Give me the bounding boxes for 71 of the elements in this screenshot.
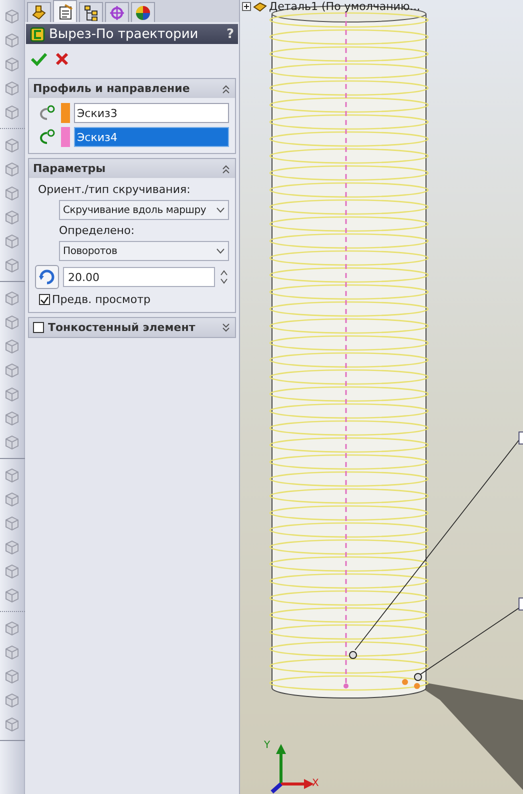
cube-icon[interactable] [3, 184, 21, 202]
cube-icon[interactable] [3, 289, 21, 307]
checkmark-icon[interactable] [31, 52, 47, 66]
cube-icon[interactable] [3, 7, 21, 25]
panel-title: Вырез-По траектории [49, 26, 200, 42]
spinner-icon[interactable] [219, 268, 229, 286]
rotation-button[interactable] [35, 265, 59, 289]
chevron-icon[interactable] [221, 84, 231, 94]
tab-icon [57, 4, 73, 20]
cube-icon[interactable] [3, 433, 21, 451]
cube-icon[interactable] [3, 667, 21, 685]
section-title: Параметры [33, 162, 107, 175]
cube-icon[interactable] [3, 55, 21, 73]
cube-icon[interactable] [3, 691, 21, 709]
tab[interactable] [79, 2, 103, 22]
field-label: Определено: [59, 224, 136, 237]
cube-icon[interactable] [3, 208, 21, 226]
point-marker[interactable] [349, 651, 357, 659]
cube-icon[interactable] [3, 619, 21, 637]
cube-icon[interactable] [3, 160, 21, 178]
cube-icon[interactable] [3, 256, 21, 274]
cube-icon[interactable] [3, 136, 21, 154]
cube-icon[interactable] [3, 514, 21, 532]
section-title: Тонкостенный элемент [48, 321, 196, 334]
section-title: Профиль и направление [33, 82, 191, 95]
cube-icon[interactable] [3, 409, 21, 427]
caret-icon [216, 207, 225, 213]
point-marker[interactable] [414, 673, 422, 681]
cube-icon[interactable] [3, 232, 21, 250]
cube-icon[interactable] [3, 538, 21, 556]
cube-icon[interactable] [3, 715, 21, 733]
close-icon[interactable] [55, 52, 69, 66]
tab-icon [83, 4, 99, 20]
tab[interactable] [27, 2, 51, 22]
axis-label: Y [264, 740, 270, 751]
checkbox[interactable] [33, 322, 44, 333]
help-button[interactable]: ? [226, 26, 234, 42]
cube-icon[interactable] [3, 79, 21, 97]
selection-field[interactable]: Эскиз4 [74, 127, 229, 147]
cube-icon[interactable] [3, 562, 21, 580]
callout-box[interactable] [518, 598, 523, 610]
axis-label: X [312, 778, 319, 789]
selection-field[interactable]: Эскиз3 [74, 103, 229, 123]
twist-type-dropdown[interactable]: Скручивание вдоль маршру [59, 200, 229, 220]
chevron-icon[interactable] [221, 164, 231, 174]
cube-icon[interactable] [3, 643, 21, 661]
part-icon [253, 0, 267, 12]
tab-icon [135, 4, 151, 20]
cube-icon[interactable] [3, 337, 21, 355]
cube-icon[interactable] [3, 385, 21, 403]
expand-icon[interactable] [242, 2, 251, 11]
cube-icon[interactable] [3, 313, 21, 331]
caret-icon [216, 248, 225, 254]
field-label: Ориент./тип скручивания: [37, 183, 192, 196]
tab-icon [31, 4, 47, 20]
cube-icon[interactable] [3, 31, 21, 49]
defined-by-dropdown[interactable]: Поворотов [59, 241, 229, 261]
cube-icon[interactable] [3, 361, 21, 379]
cube-icon[interactable] [3, 490, 21, 508]
tab-icon [109, 4, 125, 20]
turns-input[interactable]: 20.00 [63, 267, 215, 287]
checkbox-label: Предв. просмотр [52, 293, 150, 306]
feature-icon [30, 26, 45, 42]
cube-icon[interactable] [3, 466, 21, 484]
callout-box[interactable] [518, 432, 523, 444]
cube-icon[interactable] [3, 103, 21, 121]
cube-icon[interactable] [3, 586, 21, 604]
chevron-icon[interactable] [221, 322, 231, 332]
axis-triad-drawing [270, 744, 314, 794]
checkbox[interactable] [39, 294, 50, 305]
tab[interactable] [53, 0, 77, 22]
